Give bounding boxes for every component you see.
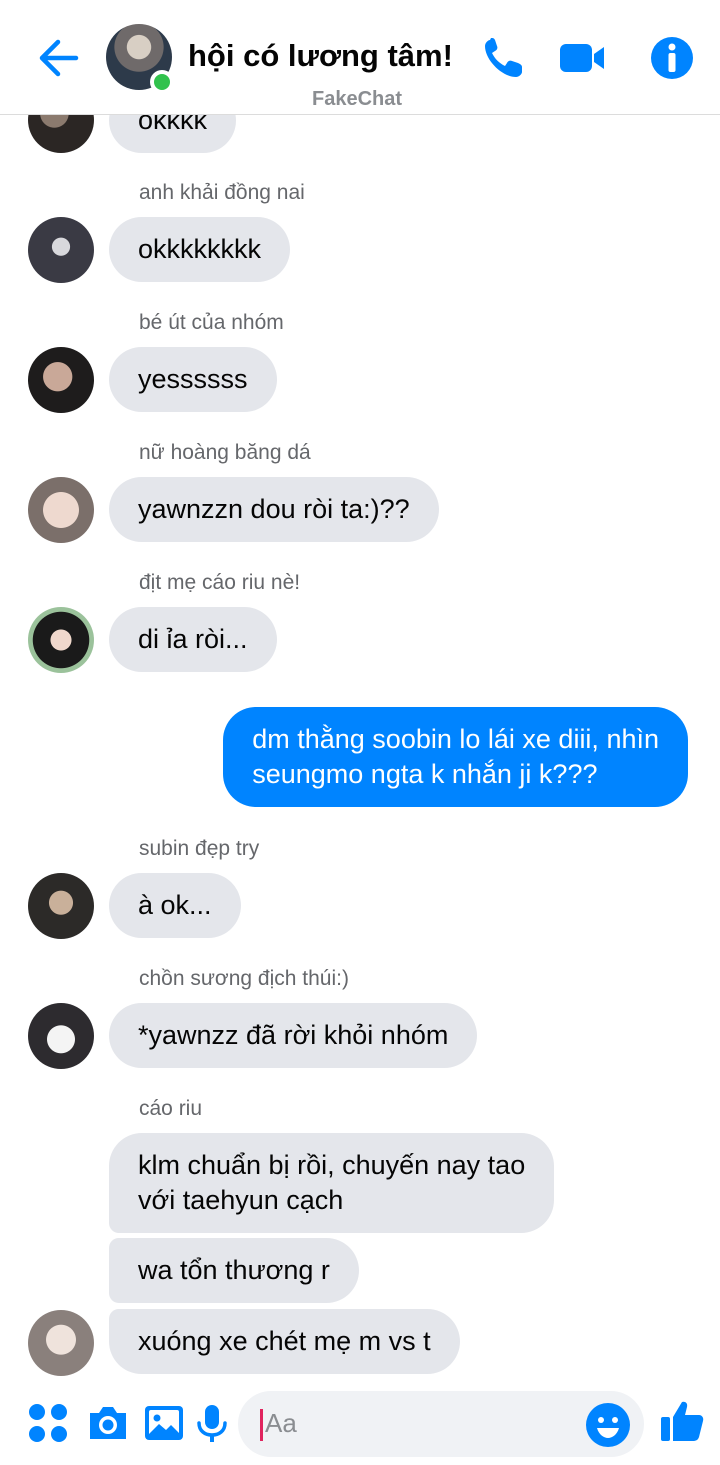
my-message-bubble[interactable]: dm thằng soobin lo lái xe diii, nhìn seu… — [223, 707, 688, 807]
chat-title[interactable]: hội có lương tâm! — [188, 38, 453, 74]
sender-avatar[interactable] — [28, 1003, 94, 1069]
message-bubble[interactable]: okkkk — [109, 115, 237, 153]
message-bubble[interactable]: *yawnzz đã rời khỏi nhóm — [109, 1003, 478, 1068]
sender-name: chồn sương địch thúi:) — [139, 967, 349, 990]
sender-name: cáo riu — [139, 1097, 203, 1120]
sender-name: anh khải đồng nai — [139, 181, 305, 204]
watermark-label: FakeChat — [312, 88, 403, 110]
message-list[interactable]: okkkk anh khải đồng nai okkkkkkkk bé út … — [0, 115, 720, 1385]
message-line: klm chuẩn bị rồi, chuyến nay tao — [138, 1150, 526, 1180]
message-bubble[interactable]: okkkkkkkk — [109, 217, 291, 282]
sender-avatar[interactable] — [28, 347, 94, 413]
sender-name: subin đẹp try — [139, 837, 260, 860]
chat-header: hội có lương tâm! FakeChat — [0, 0, 720, 115]
sender-avatar[interactable] — [28, 607, 94, 673]
message-input-placeholder: Aa — [265, 1408, 297, 1438]
sender-name: nữ hoàng băng dá — [139, 441, 311, 464]
message-bubble[interactable]: klm chuẩn bị rồi, chuyến nay tao với tae… — [109, 1133, 555, 1233]
sender-avatar[interactable] — [28, 217, 94, 283]
sender-name: bé út của nhóm — [139, 311, 284, 334]
message-line: seungmo ngta k nhắn ji k??? — [252, 759, 598, 789]
sender-avatar[interactable] — [28, 115, 94, 153]
message-bubble[interactable]: xuóng xe chét mẹ m vs t — [109, 1309, 460, 1374]
back-arrow-icon[interactable] — [36, 36, 80, 80]
message-bubble[interactable]: yawnzzn dou ròi ta:)?? — [109, 477, 439, 542]
sender-name: địt mẹ cáo riu nè! — [139, 571, 301, 594]
message-input[interactable]: Aa — [238, 1391, 644, 1457]
message-composer: Aa — [0, 1385, 720, 1465]
message-bubble[interactable]: yessssss — [109, 347, 277, 412]
message-bubble[interactable]: wa tổn thương r — [109, 1238, 359, 1303]
message-bubble[interactable]: à ok... — [109, 873, 241, 938]
apps-icon[interactable] — [26, 1401, 70, 1445]
mic-icon[interactable] — [190, 1401, 234, 1445]
video-camera-icon[interactable] — [558, 34, 606, 82]
info-icon[interactable] — [648, 34, 696, 82]
message-bubble[interactable]: di ỉa ròi... — [109, 607, 277, 672]
sender-avatar[interactable] — [28, 1310, 94, 1376]
phone-icon[interactable] — [480, 34, 528, 82]
message-line: với taehyun cạch — [138, 1185, 344, 1215]
like-icon[interactable] — [658, 1397, 706, 1445]
camera-icon[interactable] — [86, 1401, 130, 1445]
online-status-dot — [150, 70, 174, 94]
sender-avatar[interactable] — [28, 477, 94, 543]
sender-avatar[interactable] — [28, 873, 94, 939]
text-cursor — [260, 1409, 263, 1441]
gallery-icon[interactable] — [142, 1401, 186, 1445]
emoji-icon[interactable] — [584, 1401, 632, 1449]
message-line: dm thằng soobin lo lái xe diii, nhìn — [252, 724, 659, 754]
